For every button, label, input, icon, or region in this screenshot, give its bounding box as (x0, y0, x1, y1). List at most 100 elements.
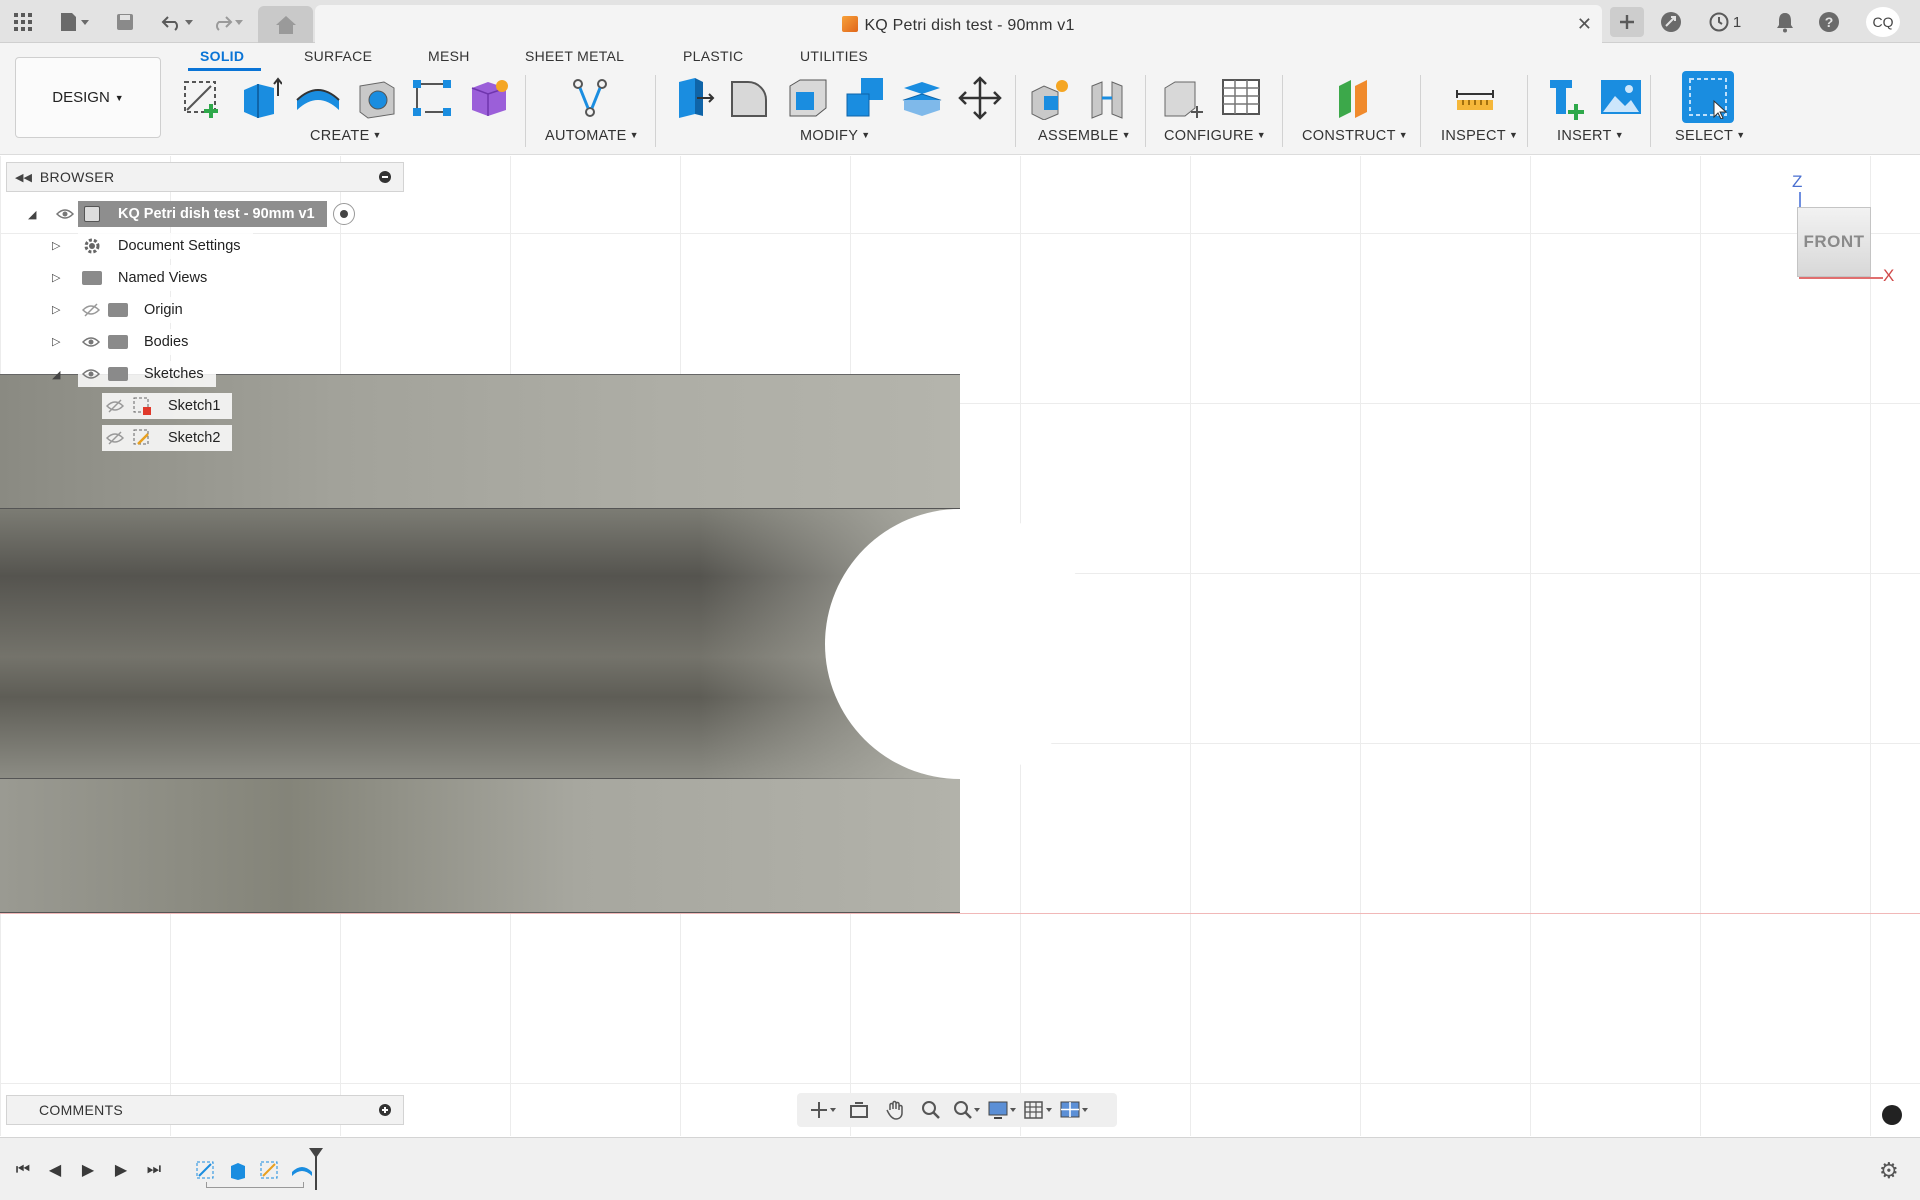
create-form-icon[interactable] (467, 75, 513, 121)
help-icon[interactable]: ? (1816, 9, 1842, 35)
skip-to-start-icon[interactable]: ⏮ (12, 1160, 34, 1180)
step-back-icon[interactable]: ◀ (44, 1160, 66, 1180)
viewports-icon[interactable] (1059, 1096, 1091, 1124)
joint-icon[interactable] (1085, 75, 1131, 121)
user-avatar[interactable]: CQ (1866, 7, 1900, 37)
expand-arrow-icon[interactable]: ▷ (52, 303, 60, 316)
document-tab[interactable]: KQ Petri dish test - 90mm v1 ✕ (315, 5, 1602, 43)
minimize-panel-icon[interactable] (379, 171, 391, 183)
view-cube[interactable]: FRONT (1797, 207, 1871, 277)
redo-icon[interactable] (208, 9, 248, 35)
browser-item-sketch2[interactable]: Sketch2 (102, 425, 233, 451)
comments-panel[interactable]: COMMENTS (6, 1095, 404, 1125)
extrude-icon[interactable] (237, 75, 283, 121)
browser-item-bodies[interactable]: ▷ Bodies (52, 329, 201, 355)
collapse-panel-icon[interactable]: ◀◀ (15, 171, 32, 184)
browser-item-sketch1[interactable]: Sketch1 (102, 393, 233, 419)
move-icon[interactable] (957, 75, 1003, 121)
home-tab[interactable] (258, 6, 313, 43)
browser-root-node[interactable]: ◢ KQ Petri dish test - 90mm v1 (28, 201, 355, 227)
revolve-icon[interactable] (295, 75, 341, 121)
construct-menu[interactable]: CONSTRUCT (1302, 128, 1396, 144)
collapse-arrow-icon[interactable]: ◢ (52, 368, 60, 381)
skip-to-end-icon[interactable]: ⏭ (143, 1160, 165, 1180)
browser-item-document-settings[interactable]: ▷ Document Settings (52, 233, 253, 259)
automate-menu[interactable]: AUTOMATE (545, 128, 627, 144)
timeline-sketch-icon[interactable] (258, 1159, 282, 1181)
jobs-icon[interactable]: 1 (1704, 9, 1746, 35)
gear-icon[interactable]: ⚙ (1879, 1158, 1899, 1184)
eye-hidden-icon[interactable] (78, 297, 104, 323)
browser-item-named-views[interactable]: ▷ Named Views (52, 265, 220, 291)
expand-arrow-icon[interactable]: ▷ (52, 239, 60, 252)
inspect-menu[interactable]: INSPECT (1441, 128, 1506, 144)
offset-face-icon[interactable] (899, 75, 945, 121)
tab-solid[interactable]: SOLID (200, 48, 244, 64)
activate-radio-icon[interactable] (332, 203, 355, 225)
shell-icon[interactable] (785, 75, 831, 121)
select-icon[interactable] (1682, 71, 1734, 123)
close-icon[interactable]: ✕ (1577, 14, 1592, 35)
browser-panel-header[interactable]: ◀◀ BROWSER (6, 162, 404, 192)
new-component-icon[interactable] (1027, 75, 1073, 121)
configuration-table-icon[interactable] (1218, 75, 1264, 121)
tab-utilities[interactable]: UTILITIES (800, 48, 868, 64)
eye-icon[interactable] (52, 201, 78, 227)
play-icon[interactable]: ▶ (77, 1160, 99, 1180)
timeline-revolve-icon[interactable] (290, 1159, 314, 1181)
grid-settings-icon[interactable] (1023, 1096, 1055, 1124)
workspace-switcher[interactable]: DESIGN ▼ (15, 57, 161, 138)
tab-surface[interactable]: SURFACE (304, 48, 372, 64)
pattern-icon[interactable] (410, 75, 456, 121)
select-menu[interactable]: SELECT (1675, 128, 1733, 144)
eye-icon[interactable] (78, 361, 104, 387)
browser-item-sketches[interactable]: ◢ Sketches (52, 361, 216, 387)
tab-plastic[interactable]: PLASTIC (683, 48, 743, 64)
canvas-viewport[interactable] (0, 156, 1920, 1136)
timeline-extrude-icon[interactable] (226, 1159, 250, 1181)
automate-icon[interactable] (567, 75, 613, 121)
expand-arrow-icon[interactable]: ▷ (52, 271, 60, 284)
combine-icon[interactable] (842, 75, 888, 121)
insert-menu[interactable]: INSERT (1557, 128, 1612, 144)
extensions-icon[interactable] (1658, 9, 1684, 35)
expand-panel-icon[interactable] (379, 1104, 391, 1116)
measure-icon[interactable] (1452, 75, 1498, 121)
look-at-icon[interactable] (843, 1096, 875, 1124)
offset-plane-icon[interactable] (1330, 75, 1376, 121)
fillet-icon[interactable] (727, 75, 773, 121)
bell-icon[interactable] (1772, 9, 1798, 35)
file-icon[interactable] (54, 9, 94, 35)
step-forward-icon[interactable]: ▶ (110, 1160, 132, 1180)
apps-grid-icon[interactable] (10, 9, 36, 35)
plus-icon[interactable] (1610, 7, 1644, 37)
create-sketch-icon[interactable] (180, 75, 226, 121)
hole-icon[interactable] (353, 75, 399, 121)
model-body-bottom[interactable] (0, 779, 960, 913)
timeline-marker-handle[interactable] (309, 1148, 323, 1158)
assemble-menu[interactable]: ASSEMBLE (1038, 128, 1119, 144)
configure-menu[interactable]: CONFIGURE (1164, 128, 1254, 144)
data-panel-icon[interactable] (1882, 1105, 1902, 1125)
zoom-icon[interactable] (915, 1096, 947, 1124)
modify-menu[interactable]: MODIFY (800, 128, 858, 144)
configure-icon[interactable] (1160, 75, 1206, 121)
insert-mcmaster-icon[interactable] (1545, 75, 1591, 121)
eye-icon[interactable] (78, 329, 104, 355)
create-menu[interactable]: CREATE (310, 128, 370, 144)
display-settings-icon[interactable] (987, 1096, 1019, 1124)
eye-hidden-icon[interactable] (102, 425, 128, 451)
browser-item-origin[interactable]: ▷ Origin (52, 297, 195, 323)
orbit-icon[interactable] (807, 1096, 839, 1124)
save-icon[interactable] (112, 9, 138, 35)
tab-sheet-metal[interactable]: SHEET METAL (525, 48, 624, 64)
eye-hidden-icon[interactable] (102, 393, 128, 419)
pan-icon[interactable] (879, 1096, 911, 1124)
tab-mesh[interactable]: MESH (428, 48, 470, 64)
zoom-window-icon[interactable] (951, 1096, 983, 1124)
expand-arrow-icon[interactable]: ▷ (52, 335, 60, 348)
insert-canvas-icon[interactable] (1598, 75, 1644, 121)
collapse-arrow-icon[interactable]: ◢ (28, 208, 36, 221)
press-pull-icon[interactable] (670, 75, 716, 121)
timeline-sketch-icon[interactable] (194, 1159, 218, 1181)
